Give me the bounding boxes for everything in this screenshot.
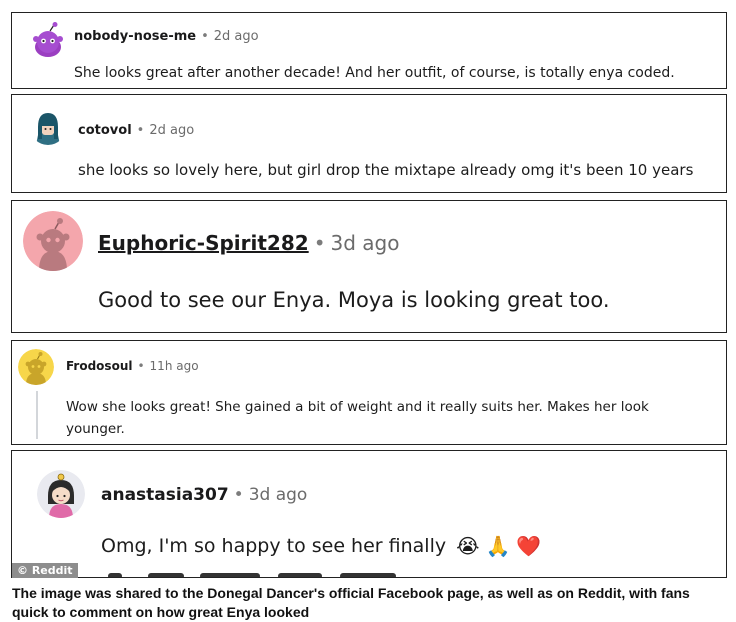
separator-dot: • <box>136 123 145 138</box>
comment-meta: anastasia307 • 3d ago <box>101 485 307 505</box>
timestamp: 3d ago <box>248 485 308 505</box>
girl-avatar-icon[interactable] <box>37 470 85 518</box>
comment-text: Omg, I'm so happy to see her finally <box>101 535 447 557</box>
reddit-watermark: © Reddit <box>12 563 78 578</box>
comment-card: Euphoric-Spirit282 • 3d ago Good to see … <box>11 200 727 333</box>
comment-text-wrap: Omg, I'm so happy to see her finally 😭 🙏… <box>101 534 541 558</box>
comment-card: nobody-nose-me • 2d ago She looks great … <box>11 12 727 89</box>
folded-hands-emoji-icon: 🙏 <box>485 534 511 558</box>
comment-text: Good to see our Enya. Moya is looking gr… <box>98 288 610 312</box>
thread-collapse-line[interactable] <box>36 391 38 439</box>
comment-text: Wow she looks great! She gained a bit of… <box>66 399 649 437</box>
timestamp: 2d ago <box>149 123 195 138</box>
emoji-group: 😭 🙏 ❤️ <box>456 534 541 558</box>
crying-face-emoji-icon: 😭 <box>456 534 480 558</box>
separator-dot: • <box>313 231 326 255</box>
timestamp: 11h ago <box>149 359 199 373</box>
teal-hair-avatar-icon[interactable] <box>30 109 66 145</box>
yellow-snoo-avatar-icon[interactable] <box>18 349 54 385</box>
username-link[interactable]: Euphoric-Spirit282 <box>98 231 309 255</box>
separator-dot: • <box>137 359 145 373</box>
comment-text: she looks so lovely here, but girl drop … <box>78 161 694 179</box>
separator-dot: • <box>233 485 244 505</box>
separator-dot: • <box>201 29 209 44</box>
username-link[interactable]: Frodosoul <box>66 359 132 373</box>
timestamp: 2d ago <box>213 29 259 44</box>
username-link[interactable]: cotovol <box>78 123 132 138</box>
comment-meta: Euphoric-Spirit282 • 3d ago <box>98 231 399 255</box>
comment-meta: cotovol • 2d ago <box>78 123 194 138</box>
comment-meta: Frodosoul • 11h ago <box>66 359 199 373</box>
red-heart-emoji-icon: ❤️ <box>516 534 542 558</box>
image-caption: The image was shared to the Donegal Danc… <box>12 585 690 620</box>
comment-card: cotovol • 2d ago she looks so lovely her… <box>11 94 727 193</box>
comment-text: She looks great after another decade! An… <box>74 65 675 81</box>
comment-meta: nobody-nose-me • 2d ago <box>74 29 259 44</box>
username-link[interactable]: nobody-nose-me <box>74 29 196 44</box>
clipped-text-fragment <box>108 573 398 577</box>
comment-card: Frodosoul • 11h ago Wow she looks great!… <box>11 340 727 445</box>
timestamp: 3d ago <box>330 231 400 255</box>
pink-snoo-avatar-icon[interactable] <box>23 211 83 271</box>
purple-snoo-avatar-icon[interactable] <box>28 20 68 60</box>
comment-card: anastasia307 • 3d ago Omg, I'm so happy … <box>11 450 727 578</box>
username-link[interactable]: anastasia307 <box>101 485 229 505</box>
